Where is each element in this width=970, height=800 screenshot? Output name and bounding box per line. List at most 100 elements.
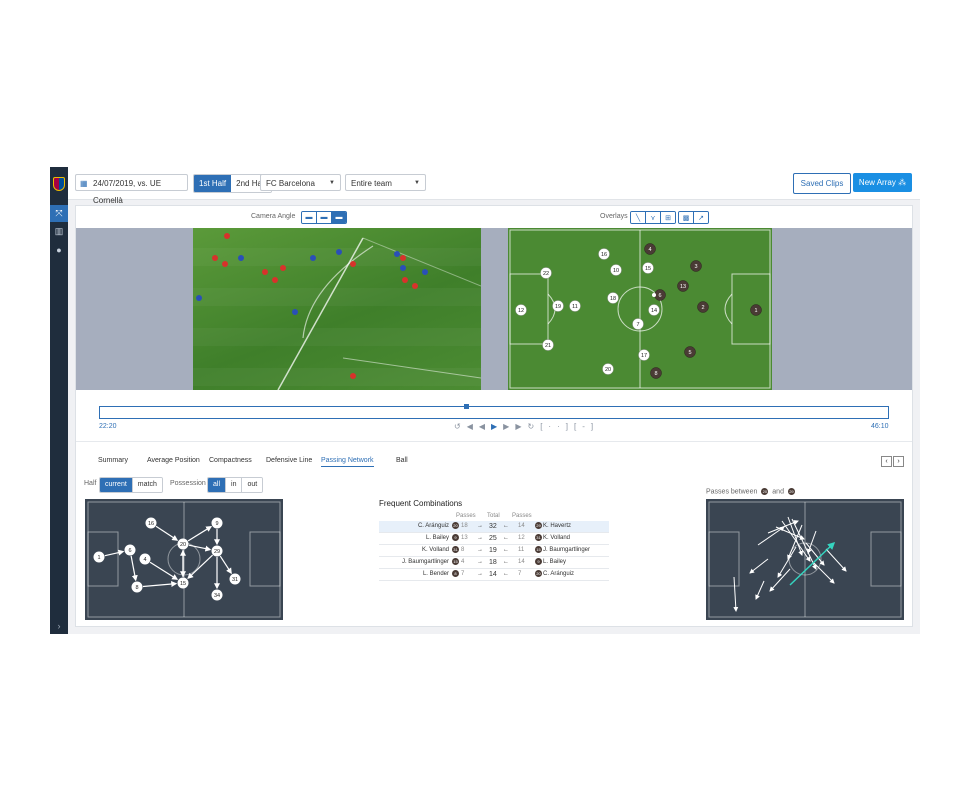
rewind-5-icon[interactable]: ↺ — [454, 422, 467, 431]
network-player-node[interactable]: 6 — [124, 544, 136, 556]
arrow-right-icon: → — [477, 559, 483, 565]
possession-out-button[interactable]: out — [242, 478, 263, 492]
tab-average-position[interactable]: Average Position — [147, 457, 200, 464]
skip-back-icon[interactable]: ◀◀ — [467, 422, 491, 431]
half-match-button[interactable]: match — [132, 478, 162, 492]
away-player-marker[interactable]: 13 — [677, 280, 689, 292]
tab-passing-network[interactable]: Passing Network — [321, 457, 374, 467]
network-player-node[interactable]: 4 — [139, 553, 151, 565]
half-1-button[interactable]: 1st Half — [194, 175, 232, 192]
away-player-marker[interactable]: 4 — [644, 243, 656, 255]
tab-summary[interactable]: Summary — [98, 457, 128, 464]
possession-filter-label: Possession — [170, 480, 206, 487]
passes-left: 8 — [461, 547, 465, 553]
svg-text:29: 29 — [214, 549, 220, 555]
possession-in-button[interactable]: in — [226, 478, 243, 492]
play-icon[interactable]: ▶ — [491, 422, 503, 431]
mark-out-icon[interactable]: ·] — [557, 422, 574, 431]
away-player-marker[interactable]: 5 — [684, 346, 696, 358]
away-player-marker[interactable]: 8 — [650, 367, 662, 379]
network-overlay-icon[interactable]: ⋎ — [646, 212, 661, 223]
sidebar-item-stats[interactable]: ▥ — [50, 223, 68, 240]
team-select[interactable]: FC Barcelona ▼ — [260, 174, 341, 191]
line-overlay-icon[interactable]: ╲ — [631, 212, 646, 223]
saved-clips-button[interactable]: Saved Clips — [793, 173, 851, 194]
possession-all-button[interactable]: all — [208, 478, 227, 492]
home-player-marker[interactable]: 10 — [610, 264, 622, 276]
svg-text:14: 14 — [651, 308, 657, 314]
network-player-node[interactable]: 20 — [177, 538, 189, 550]
network-player-node[interactable]: 29 — [211, 545, 223, 557]
sidebar-expand[interactable]: › — [50, 618, 68, 634]
clip-icon[interactable]: [-] — [574, 422, 599, 431]
network-player-node[interactable]: 8 — [131, 581, 143, 593]
arrow-overlay-icon[interactable]: ↗ — [694, 212, 708, 223]
passing-network-pitch: 1 6 4 8 16 20 15 9 29 31 34 — [85, 499, 283, 620]
home-player-marker[interactable]: 16 — [598, 248, 610, 260]
home-player-marker[interactable]: 18 — [607, 292, 619, 304]
forward-5-icon[interactable]: ↻ — [527, 422, 540, 431]
home-player-marker[interactable]: 20 — [602, 363, 614, 375]
half-current-button[interactable]: current — [100, 478, 133, 492]
home-player-marker[interactable]: 22 — [540, 267, 552, 279]
tab-defensive-line[interactable]: Defensive Line — [266, 457, 312, 464]
playback-controls: ↺◀◀▶▶▶↻[··][-] — [454, 422, 599, 431]
camera-wide-icon[interactable]: ▬ — [302, 212, 317, 223]
camera-mid-icon[interactable]: ▬ — [317, 212, 332, 223]
home-player-marker[interactable]: 21 — [542, 339, 554, 351]
timeline-handle[interactable] — [464, 404, 470, 409]
player-badge-from: 20 — [452, 521, 459, 529]
tab-compactness[interactable]: Compactness — [209, 457, 252, 464]
home-player-marker[interactable]: 7 — [632, 318, 644, 330]
combination-row[interactable]: L. Bender 8 7 → 14 ← 7 20 C. Aránguiz — [379, 569, 609, 581]
total-passes: 25 — [489, 535, 497, 542]
possession-filter: all in out — [207, 477, 264, 493]
away-player-marker[interactable]: 1 — [750, 304, 762, 316]
network-player-node[interactable]: 31 — [229, 573, 241, 585]
match-video[interactable] — [193, 228, 481, 390]
timeline-scrubber[interactable] — [99, 404, 889, 419]
away-player-marker[interactable]: 3 — [690, 260, 702, 272]
home-player-marker[interactable]: 11 — [569, 300, 581, 312]
zone-overlay-icon[interactable]: ▩ — [679, 212, 694, 223]
tabs-prev-button[interactable]: ‹ — [881, 456, 892, 467]
network-player-node[interactable]: 9 — [211, 517, 223, 529]
pass-link — [187, 526, 213, 542]
combination-row[interactable]: L. Bailey 9 13 → 25 ← 12 31 K. Volland — [379, 533, 609, 545]
home-player-marker[interactable]: 19 — [552, 300, 564, 312]
home-player-marker[interactable]: 17 — [638, 349, 650, 361]
away-player-marker[interactable]: 6 — [654, 289, 666, 301]
new-array-button[interactable]: New Array ⁂ — [853, 173, 912, 192]
total-passes: 14 — [489, 571, 497, 578]
scope-select[interactable]: Entire team ▼ — [345, 174, 426, 191]
combination-row[interactable]: K. Volland 31 8 → 19 ← 11 15 J. Baumgartlinger — [379, 545, 609, 557]
arrow-left-icon: ← — [503, 523, 509, 529]
grid-overlay-icon[interactable]: ⊞ — [661, 212, 675, 223]
combination-row[interactable]: J. Baumgartlinger 15 4 → 18 ← 14 9 L. Bailey — [379, 557, 609, 569]
svg-text:10: 10 — [613, 268, 619, 274]
skip-forward-icon[interactable]: ▶▶ — [503, 422, 527, 431]
mark-in-icon[interactable]: [· — [540, 422, 557, 431]
sidebar-item-players[interactable]: ● — [50, 241, 68, 258]
camera-close-icon[interactable]: ▬ — [332, 212, 346, 223]
sidebar-item-tactics[interactable]: ⤧ — [50, 205, 68, 222]
overlays-toggle-a: ╲ ⋎ ⊞ — [630, 211, 676, 224]
combination-row[interactable]: C. Aránguiz 20 18 → 32 ← 14 29 K. Havertz — [379, 521, 609, 533]
home-player-marker[interactable]: 15 — [642, 262, 654, 274]
calendar-icon: ▦ — [80, 179, 88, 188]
network-player-node[interactable]: 1 — [93, 551, 105, 563]
network-player-node[interactable]: 34 — [211, 589, 223, 601]
home-player-marker[interactable]: 14 — [648, 304, 660, 316]
network-player-node[interactable]: 16 — [145, 517, 157, 529]
passes-between-pitch — [706, 499, 904, 620]
match-select[interactable]: ▦ 24/07/2019, vs. UE Cornellà — [75, 174, 188, 205]
away-player-marker[interactable]: 2 — [697, 301, 709, 313]
home-player-marker[interactable]: 12 — [515, 304, 527, 316]
tabs-next-button[interactable]: › — [893, 456, 904, 467]
total-passes: 18 — [489, 559, 497, 566]
network-player-node[interactable]: 15 — [177, 577, 189, 589]
passes-right: 14 — [518, 559, 525, 565]
tab-ball[interactable]: Ball — [396, 457, 408, 464]
combinations-header: Passes Total Passes — [379, 511, 609, 521]
pass-link — [130, 555, 138, 582]
